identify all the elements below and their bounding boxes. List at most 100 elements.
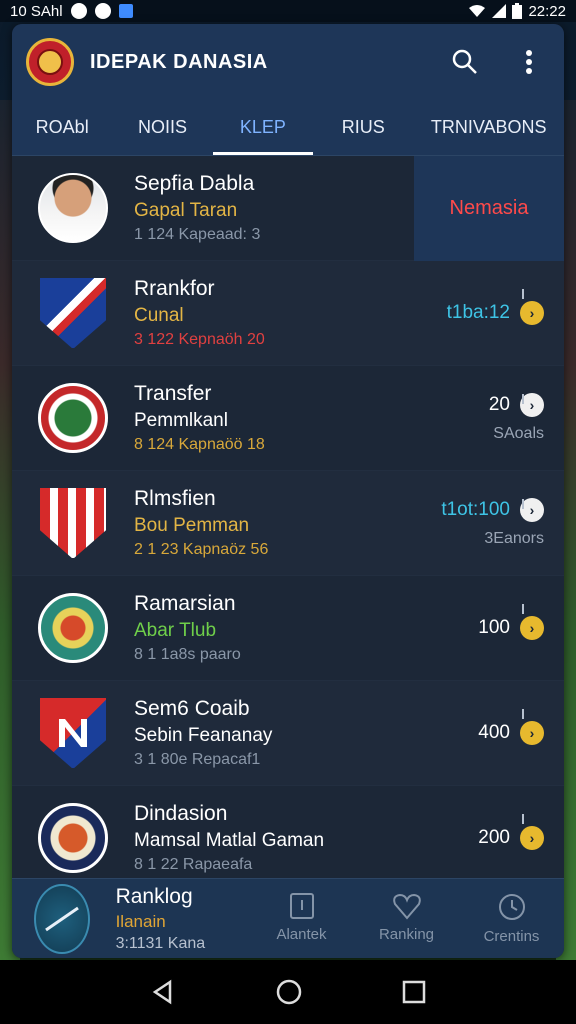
row-subtitle: Abar Tlub xyxy=(134,620,217,641)
home-icon[interactable] xyxy=(275,978,303,1006)
app-logo-emblem xyxy=(37,49,63,75)
chevron-right-icon[interactable]: › xyxy=(520,301,544,325)
pin-marker xyxy=(522,604,524,614)
chevron-right-icon[interactable]: › xyxy=(520,826,544,850)
row-meta: 8 1 1a8s paaro xyxy=(134,646,241,663)
status-left-text: 10 SAhl xyxy=(10,2,63,20)
club-crest xyxy=(38,488,108,558)
row-meta: 2 1 23 Kapnaöz 56 xyxy=(134,541,269,558)
row-value: 20 xyxy=(488,394,510,415)
row-meta: 3 1 80e Repacaf1 xyxy=(134,751,261,768)
row-value: 200 xyxy=(478,827,510,848)
row-title: Dindasion xyxy=(134,802,228,825)
nav-label: Alantek xyxy=(276,926,327,943)
row-subtitle: Gapal Taran xyxy=(134,200,238,221)
heart-icon xyxy=(392,893,421,920)
row-meta: 3 122 Kepnaöh 20 xyxy=(134,331,265,348)
nav-item-alantek[interactable]: Alantek xyxy=(249,892,354,945)
list-item[interactable]: Sem6 Coaib Sebin Feananay 3 1 80e Repaca… xyxy=(12,681,564,786)
row-value: 100 xyxy=(478,617,510,638)
club-crest xyxy=(38,278,108,348)
nav-item-ranking[interactable]: Ranking xyxy=(354,892,459,945)
row-title: Rlmsfien xyxy=(134,487,216,510)
tab-roabl[interactable]: ROAbl xyxy=(12,100,112,155)
row-title: Ramarsian xyxy=(134,592,236,615)
app-header: IDEPAK DANASIA xyxy=(12,24,564,100)
tab-trnivabons[interactable]: TRNIVABONS xyxy=(413,100,564,155)
row-right-sub: SAoals xyxy=(493,425,544,442)
app-title: IDEPAK DANASIA xyxy=(90,50,268,73)
bottom-navigation: Alantek Ranking Crentins xyxy=(249,892,564,945)
pin-marker xyxy=(522,814,524,824)
bottom-meta: 3:1131 Kana xyxy=(115,934,206,952)
status-bar: 10 SAhl 22:22 xyxy=(0,0,576,22)
row-value: t1ba:12 xyxy=(446,302,510,323)
search-button[interactable] xyxy=(450,47,480,77)
crest-letter-icon xyxy=(59,719,87,747)
row-title: Transfer xyxy=(134,382,212,405)
club-crest xyxy=(38,803,108,873)
bottom-title: Ranklog xyxy=(115,884,193,908)
pen-icon xyxy=(44,906,79,931)
chevron-right-icon[interactable]: › xyxy=(520,616,544,640)
card-icon xyxy=(289,893,314,919)
list-item[interactable]: Sepfia Dabla Gapal Taran 1 124 Kapeaad: … xyxy=(12,156,564,261)
pin-marker xyxy=(522,499,524,509)
club-crest xyxy=(38,593,108,663)
clock-icon xyxy=(498,894,525,920)
tab-bar: ROAbl NOIIS KLEP RIUS TRNIVABONS xyxy=(12,100,564,156)
search-icon xyxy=(452,49,477,74)
row-meta: 8 1 22 Rapaeafa xyxy=(134,856,253,873)
signal-icon xyxy=(492,4,507,18)
nav-label: Ranking xyxy=(378,926,435,943)
app-logo xyxy=(26,38,74,86)
status-time: 22:22 xyxy=(528,2,566,20)
more-vert-icon xyxy=(526,50,532,74)
club-crest xyxy=(38,383,108,453)
row-subtitle: Cunal xyxy=(134,305,184,326)
row-subtitle: Bou Pemman xyxy=(134,515,250,536)
pin-marker xyxy=(522,394,524,404)
row-subtitle: Pemmlkanl xyxy=(134,410,228,431)
nav-item-crentins[interactable]: Crentins xyxy=(459,892,564,945)
notification-record-icon xyxy=(94,3,111,19)
row-value: t1ot:100 xyxy=(441,499,510,520)
row-right-sub: 3Eanors xyxy=(484,530,544,547)
row-title: Sepfia Dabla xyxy=(134,172,255,195)
list-item[interactable]: Ramarsian Abar Tlub 8 1 1a8s paaro 100 › xyxy=(12,576,564,681)
back-icon[interactable] xyxy=(150,979,176,1005)
row-subtitle: Sebin Feananay xyxy=(134,725,273,746)
tab-klep[interactable]: KLEP xyxy=(212,100,314,155)
row-meta: 8 124 Kapnaöö 18 xyxy=(134,436,265,453)
list-item[interactable]: Rlmsfien Bou Pemman 2 1 23 Kapnaöz 56 t1… xyxy=(12,471,564,576)
tab-noiis[interactable]: NOIIS xyxy=(112,100,212,155)
pin-marker xyxy=(522,289,524,299)
recents-icon[interactable] xyxy=(402,980,426,1004)
row-title: Rrankfor xyxy=(134,277,215,300)
row-value: 400 xyxy=(478,722,510,743)
bottom-subtitle: Ilanain xyxy=(115,911,166,931)
row-title: Sem6 Coaib xyxy=(134,697,250,720)
battery-icon xyxy=(512,3,523,19)
chevron-right-icon[interactable]: › xyxy=(520,721,544,745)
wifi-icon xyxy=(469,5,486,17)
app-window: IDEPAK DANASIA ROAbl NOIIS KLEP RIUS TRN… xyxy=(12,24,564,958)
notification-check-icon xyxy=(70,3,87,19)
row-meta: 1 124 Kapeaad: 3 xyxy=(134,226,261,243)
tab-rius[interactable]: RIUS xyxy=(313,100,413,155)
transfer-list: Sepfia Dabla Gapal Taran 1 124 Kapeaad: … xyxy=(12,156,564,891)
pin-marker xyxy=(522,709,524,719)
row-subtitle: Mamsal Matlal Gaman xyxy=(134,830,325,851)
bottom-bar: Ranklog Ilanain 3:1131 Kana Alantek Rank… xyxy=(12,878,564,958)
club-crest xyxy=(38,698,108,768)
system-navigation-bar xyxy=(0,960,576,1024)
list-item[interactable]: Rrankfor Cunal 3 122 Kepnaöh 20 t1ba:12 … xyxy=(12,261,564,366)
notification-app-icon xyxy=(118,4,133,18)
list-item[interactable]: Transfer Pemmlkanl 8 124 Kapnaöö 18 20 ›… xyxy=(12,366,564,471)
list-item[interactable]: Dindasion Mamsal Matlal Gaman 8 1 22 Rap… xyxy=(12,786,564,891)
overflow-menu-button[interactable] xyxy=(514,47,544,77)
player-avatar xyxy=(38,173,108,243)
featured-badge[interactable]: Nemasia xyxy=(414,156,564,261)
nav-label: Crentins xyxy=(483,928,540,945)
bottom-club-crest xyxy=(34,883,90,954)
